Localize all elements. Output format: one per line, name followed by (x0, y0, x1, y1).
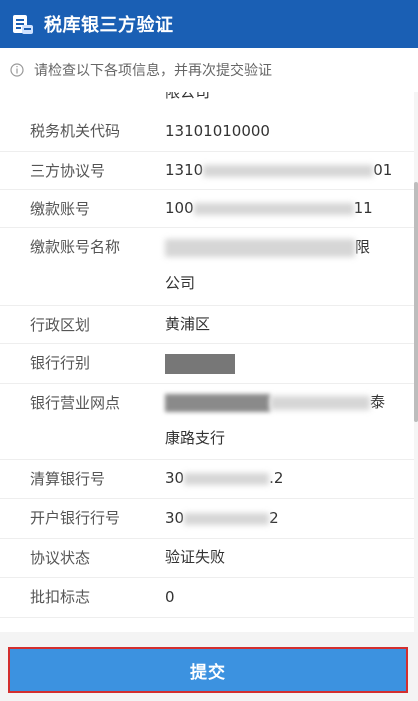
redacted-block (165, 393, 270, 412)
row-label: 开户银行行号 (30, 509, 121, 527)
row-administrative-region: 行政区划 黄浦区 (0, 305, 414, 344)
redacted-block (165, 238, 355, 257)
row-value (165, 345, 395, 381)
row-value: 13101010000 (165, 122, 270, 140)
row-label: 银行行别 (30, 354, 91, 372)
scrollbar[interactable] (414, 92, 418, 632)
value-line2: 公司 (165, 274, 196, 292)
status-value: 验证失败 (165, 548, 226, 566)
row-agreement-status: 协议状态 验证失败 (0, 538, 414, 578)
tax-bank-app-icon (13, 15, 33, 34)
scrollbar-thumb[interactable] (414, 182, 418, 422)
row-label: 协议状态 (30, 549, 91, 567)
row-label: 缴款账号 (30, 200, 91, 218)
value-line2: 康路支行 (165, 429, 226, 447)
row-label: 税务机关代码 (30, 122, 121, 140)
redacted-block (184, 472, 270, 485)
row-tax-authority-code: 税务机关代码 13101010000 (0, 111, 414, 152)
value-line1-suffix: 限 (355, 238, 371, 256)
row-agreement-number: 三方协议号 1310 01 (0, 151, 414, 190)
row-value: 0 (165, 588, 175, 606)
row-batch-deduction-flag: 批扣标志 0 (0, 577, 414, 618)
row-label: 缴款账号名称 (30, 238, 121, 256)
value-prefix: 30 (165, 469, 185, 487)
value-prefix: 100 (165, 199, 194, 217)
row-value: 1310 01 (165, 152, 395, 188)
value-suffix: 11 (353, 199, 373, 217)
redacted-block (193, 202, 354, 215)
row-value: 限 公司 (165, 229, 395, 301)
row-bank-branch: 银行营业网点 泰 康路支行 (0, 383, 414, 460)
row-label: 银行营业网点 (30, 394, 121, 412)
row-value: 100 11 (165, 190, 395, 226)
row-label: 清算银行号 (30, 470, 106, 488)
notice-bar: 请检查以下各项信息，并再次提交验证 (0, 48, 418, 93)
row-value: 30.2 (165, 460, 395, 496)
previous-row-cutoff: 限公司 (165, 92, 211, 101)
value-prefix: 30 (165, 509, 185, 527)
row-payment-account-name: 缴款账号名称 限 公司 (0, 227, 414, 306)
row-value: 泰 康路支行 (165, 384, 395, 456)
redacted-block (270, 395, 370, 410)
row-label: 批扣标志 (30, 588, 91, 606)
info-icon (10, 63, 24, 77)
redacted-block (203, 164, 374, 177)
redacted-block (165, 353, 235, 374)
verification-form[interactable]: 限公司 税务机关代码 13101010000 三方协议号 1310 01 缴款账号… (0, 92, 414, 632)
page-title: 税库银三方验证 (44, 15, 174, 36)
row-label: 行政区划 (30, 316, 91, 334)
value-suffix: 2 (269, 509, 279, 527)
notice-text: 请检查以下各项信息，并再次提交验证 (34, 63, 272, 79)
row-opening-bank-number: 开户银行行号 30 2 (0, 498, 414, 539)
row-value: 黄浦区 (165, 315, 211, 333)
title-bar: 税库银三方验证 (0, 0, 418, 48)
row-bank-type: 银行行别 (0, 343, 414, 384)
row-payment-account: 缴款账号 100 11 (0, 189, 414, 228)
row-label: 三方协议号 (30, 162, 106, 180)
row-value: 30 2 (165, 500, 395, 536)
value-suffix: .2 (269, 469, 284, 487)
row-clearing-bank-number: 清算银行号 30.2 (0, 459, 414, 499)
submit-button[interactable]: 提交 (8, 647, 408, 693)
value-suffix: 01 (373, 161, 393, 179)
value-line1-suffix: 泰 (370, 393, 386, 411)
value-prefix: 1310 (165, 161, 204, 179)
redacted-block (184, 512, 270, 525)
